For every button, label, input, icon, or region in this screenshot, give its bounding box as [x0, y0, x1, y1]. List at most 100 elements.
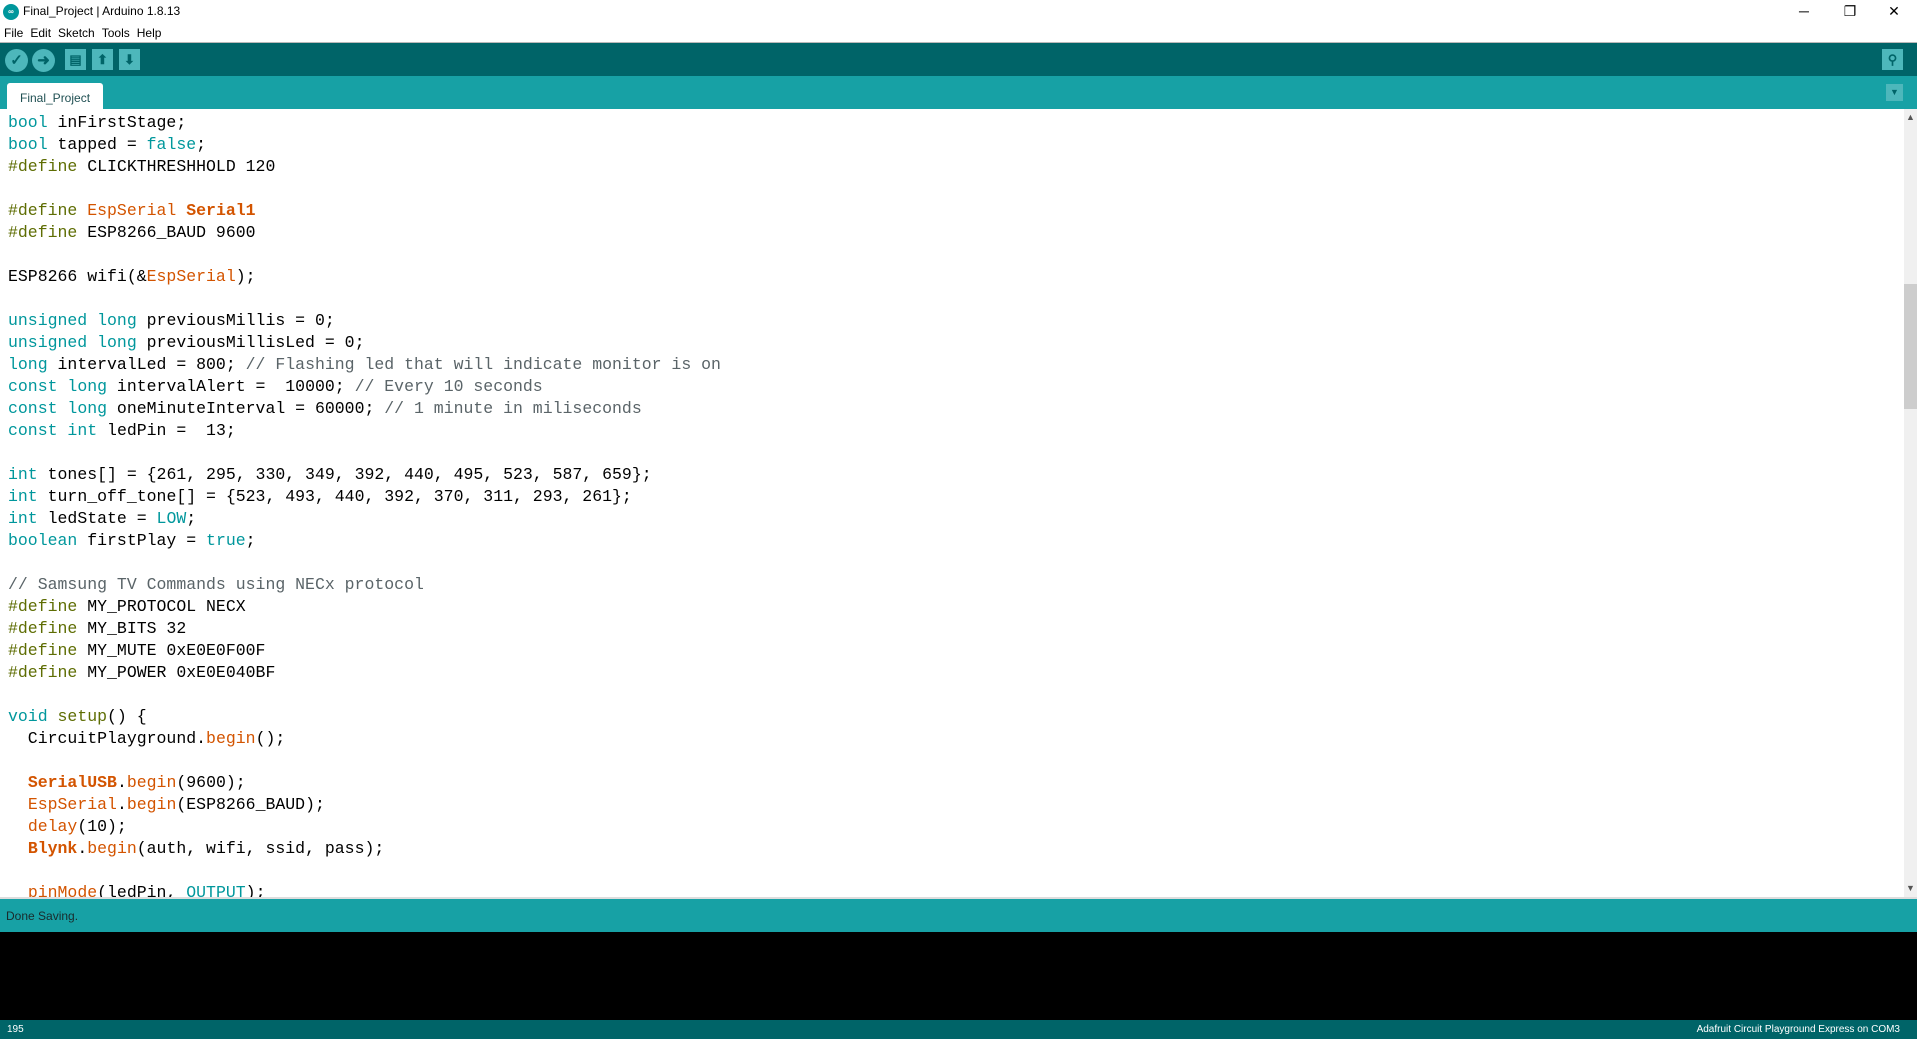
code-token: long — [67, 377, 108, 396]
code-token: ; — [245, 531, 256, 550]
code-token: LOW — [156, 509, 187, 528]
serial-monitor-button[interactable]: ⚲ — [1882, 49, 1903, 70]
menu-file[interactable]: File — [0, 25, 26, 40]
close-button[interactable]: ✕ — [1871, 0, 1917, 24]
new-sketch-button[interactable]: ▤ — [65, 49, 86, 70]
code-token: ; — [186, 509, 197, 528]
open-button[interactable]: ⬆ — [92, 49, 113, 70]
code-token: . — [116, 773, 127, 792]
code-token: int — [8, 465, 38, 484]
code-token: #define — [8, 223, 78, 242]
menu-tools[interactable]: Tools — [98, 25, 133, 40]
code-line: int ledState = LOW; — [8, 508, 721, 530]
code-token: ledPin = 13; — [97, 421, 236, 440]
menu-bar: File Edit Sketch Tools Help — [0, 24, 1917, 44]
code-token: begin — [126, 773, 177, 792]
code-token: MY_PROTOCOL NECX — [77, 597, 246, 616]
code-token: (ledPin, — [97, 883, 187, 897]
minimize-button[interactable]: ─ — [1781, 0, 1827, 24]
code-line: CircuitPlayground.begin(); — [8, 728, 721, 750]
code-line: EspSerial.begin(ESP8266_BAUD); — [8, 794, 721, 816]
menu-help[interactable]: Help — [133, 25, 165, 40]
scrollbar-thumb[interactable] — [1904, 284, 1917, 409]
code-line: const long oneMinuteInterval = 60000; //… — [8, 398, 721, 420]
upload-button[interactable]: ➜ — [32, 49, 55, 72]
code-line: #define EspSerial Serial1 — [8, 200, 721, 222]
code-token: unsigned — [8, 333, 88, 352]
code-token: ; — [196, 135, 207, 154]
menu-sketch[interactable]: Sketch — [54, 25, 98, 40]
code-token: MY_POWER 0xE0E040BF — [77, 663, 276, 682]
code-token: EspSerial — [87, 201, 177, 220]
line-number: 195 — [7, 1024, 24, 1035]
code-token: CLICKTHRESHHOLD 120 — [77, 157, 276, 176]
status-message: Done Saving. — [6, 909, 79, 923]
code-line: boolean firstPlay = true; — [8, 530, 721, 552]
code-token: #define — [8, 201, 78, 220]
code-token: // Samsung TV Commands using NECx protoc… — [8, 575, 424, 594]
code-token: ledState = — [37, 509, 157, 528]
code-line: int tones[] = {261, 295, 330, 349, 392, … — [8, 464, 721, 486]
code-line: bool tapped = false; — [8, 134, 721, 156]
code-token: ESP8266 wifi(& — [8, 267, 147, 286]
code-token: . — [116, 795, 127, 814]
code-line: delay(10); — [8, 816, 721, 838]
code-token: int — [67, 421, 98, 440]
code-line: SerialUSB.begin(9600); — [8, 772, 721, 794]
code-token: delay — [27, 817, 78, 836]
scroll-down-icon[interactable]: ▼ — [1904, 882, 1917, 895]
tab-bar: Final_Project ▼ — [0, 76, 1917, 109]
scroll-up-icon[interactable]: ▲ — [1904, 111, 1917, 124]
code-token: previousMillisLed = 0; — [136, 333, 365, 352]
code-editor[interactable]: bool inFirstStage; bool tapped = false; #d… — [0, 109, 1904, 897]
board-info: Adafruit Circuit Playground Express on C… — [1696, 1024, 1900, 1035]
code-token: oneMinuteInterval = 60000; — [107, 399, 385, 418]
code-line: void setup() { — [8, 706, 721, 728]
code-token: #define — [8, 597, 78, 616]
code-token: int — [8, 487, 38, 506]
code-token: long — [97, 333, 137, 352]
save-button[interactable]: ⬇ — [119, 49, 140, 70]
code-token: bool — [8, 135, 48, 154]
code-token: // Every 10 seconds — [354, 377, 543, 396]
code-token: (10); — [77, 817, 127, 836]
code-token: boolean — [8, 531, 78, 550]
code-line: #define MY_BITS 32 — [8, 618, 721, 640]
code-token: (9600); — [176, 773, 246, 792]
code-token: intervalLed = 800; — [47, 355, 246, 374]
code-token: tapped = — [47, 135, 147, 154]
code-token: bool — [8, 113, 48, 132]
menu-edit[interactable]: Edit — [26, 25, 54, 40]
code-token: void — [8, 707, 48, 726]
footer-bar: 195 Adafruit Circuit Playground Express … — [0, 1020, 1917, 1039]
code-token: previousMillis = 0; — [136, 311, 335, 330]
code-token: MY_MUTE 0xE0E0F00F — [77, 641, 266, 660]
code-line: #define ESP8266_BAUD 9600 — [8, 222, 721, 244]
title-bar: ∞ Final_Project | Arduino 1.8.13 ─ ❐ ✕ — [0, 0, 1917, 24]
toolbar: ✓ ➜ ▤ ⬆ ⬇ ⚲ — [0, 43, 1917, 76]
code-line: bool inFirstStage; — [8, 112, 721, 134]
code-line: #define MY_MUTE 0xE0E0F00F — [8, 640, 721, 662]
vertical-scrollbar[interactable]: ▲ ▼ — [1904, 109, 1917, 897]
code-token: long — [97, 311, 137, 330]
code-line: ESP8266 wifi(&EspSerial); — [8, 266, 721, 288]
maximize-button[interactable]: ❐ — [1827, 0, 1873, 24]
code-token: #define — [8, 619, 78, 638]
console-output[interactable] — [0, 932, 1917, 1020]
code-line: Blynk.begin(auth, wifi, ssid, pass); — [8, 838, 721, 860]
code-token: EspSerial — [146, 267, 236, 286]
tab-final-project[interactable]: Final_Project — [7, 83, 104, 109]
verify-button[interactable]: ✓ — [5, 49, 28, 72]
tab-menu-button[interactable]: ▼ — [1886, 84, 1903, 101]
code-content: bool inFirstStage; bool tapped = false; #d… — [8, 112, 721, 897]
code-token: () { — [107, 707, 147, 726]
code-token: intervalAlert = 10000; — [107, 377, 355, 396]
